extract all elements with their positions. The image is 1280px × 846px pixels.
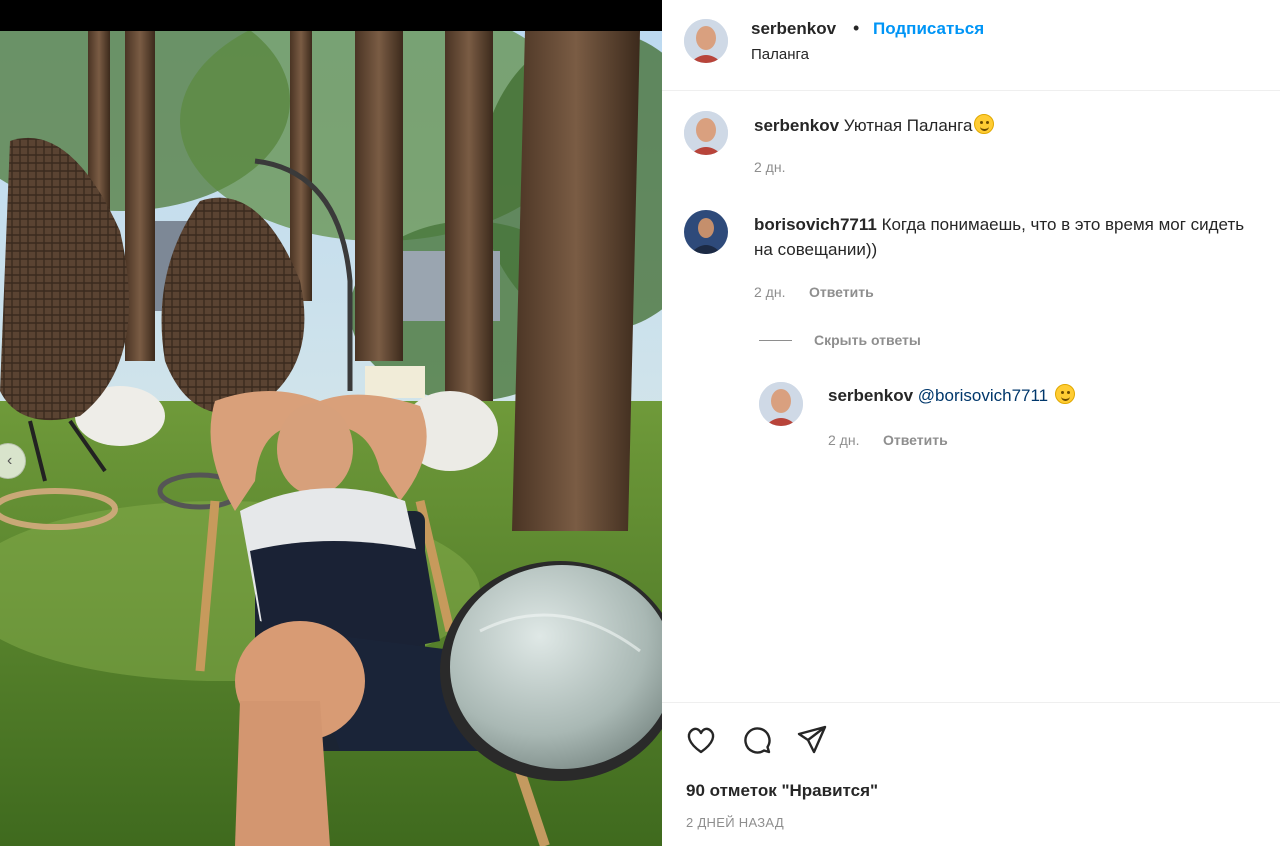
post-location[interactable]: Паланга (751, 46, 809, 63)
post-photo[interactable]: ‹ (0, 0, 662, 846)
reply-text: serbenkov @borisovich7711 (828, 383, 1075, 408)
avatar-image (684, 210, 728, 254)
author-username[interactable]: serbenkov (751, 19, 836, 39)
reply-button[interactable]: Ответить (809, 284, 874, 300)
reply-username[interactable]: serbenkov (828, 386, 913, 405)
caption-time[interactable]: 2 дн. (754, 159, 785, 175)
caption-username[interactable]: serbenkov (754, 116, 839, 135)
caption-body: Уютная Паланга (843, 116, 973, 135)
separator-dot: • (853, 18, 860, 38)
commenter-avatar[interactable] (684, 210, 728, 254)
post-date[interactable]: 2 ДНЕЙ НАЗАД (686, 815, 784, 830)
comment-icon[interactable] (740, 723, 774, 757)
avatar-image (684, 111, 728, 155)
follow-button[interactable]: Подписаться (873, 19, 984, 39)
post-header: serbenkov • Подписаться Паланга (662, 0, 1280, 91)
reply-button[interactable]: Ответить (883, 432, 948, 448)
caption-avatar[interactable] (684, 111, 728, 155)
replies-divider-line (759, 340, 792, 341)
reply-avatar[interactable] (759, 382, 803, 426)
avatar-image (759, 382, 803, 426)
photo-illustration (0, 31, 662, 846)
share-icon[interactable] (795, 723, 829, 757)
caption-text: serbenkov Уютная Паланга (754, 113, 995, 138)
author-avatar[interactable] (684, 19, 728, 63)
chevron-left-icon: ‹ (7, 452, 13, 469)
smiling-face-icon (974, 114, 995, 134)
heart-icon[interactable] (684, 723, 718, 757)
mention-link[interactable]: @borisovich7711 (918, 386, 1048, 405)
avatar-image (684, 19, 728, 63)
likes-count[interactable]: 90 отметок "Нравится" (686, 781, 878, 801)
smiling-face-icon (1054, 384, 1075, 404)
comment-username[interactable]: borisovich7711 (754, 215, 877, 234)
post-details-panel: serbenkov • Подписаться Паланга serbenko… (662, 0, 1280, 846)
comment-time[interactable]: 2 дн. (754, 284, 785, 300)
photo-top-bar (0, 0, 662, 31)
reply-time[interactable]: 2 дн. (828, 432, 859, 448)
post-footer: 90 отметок "Нравится" 2 ДНЕЙ НАЗАД (662, 702, 1280, 846)
hide-replies-button[interactable]: Скрыть ответы (814, 332, 921, 348)
comment-text: borisovich7711 Когда понимаешь, что в эт… (754, 212, 1264, 262)
